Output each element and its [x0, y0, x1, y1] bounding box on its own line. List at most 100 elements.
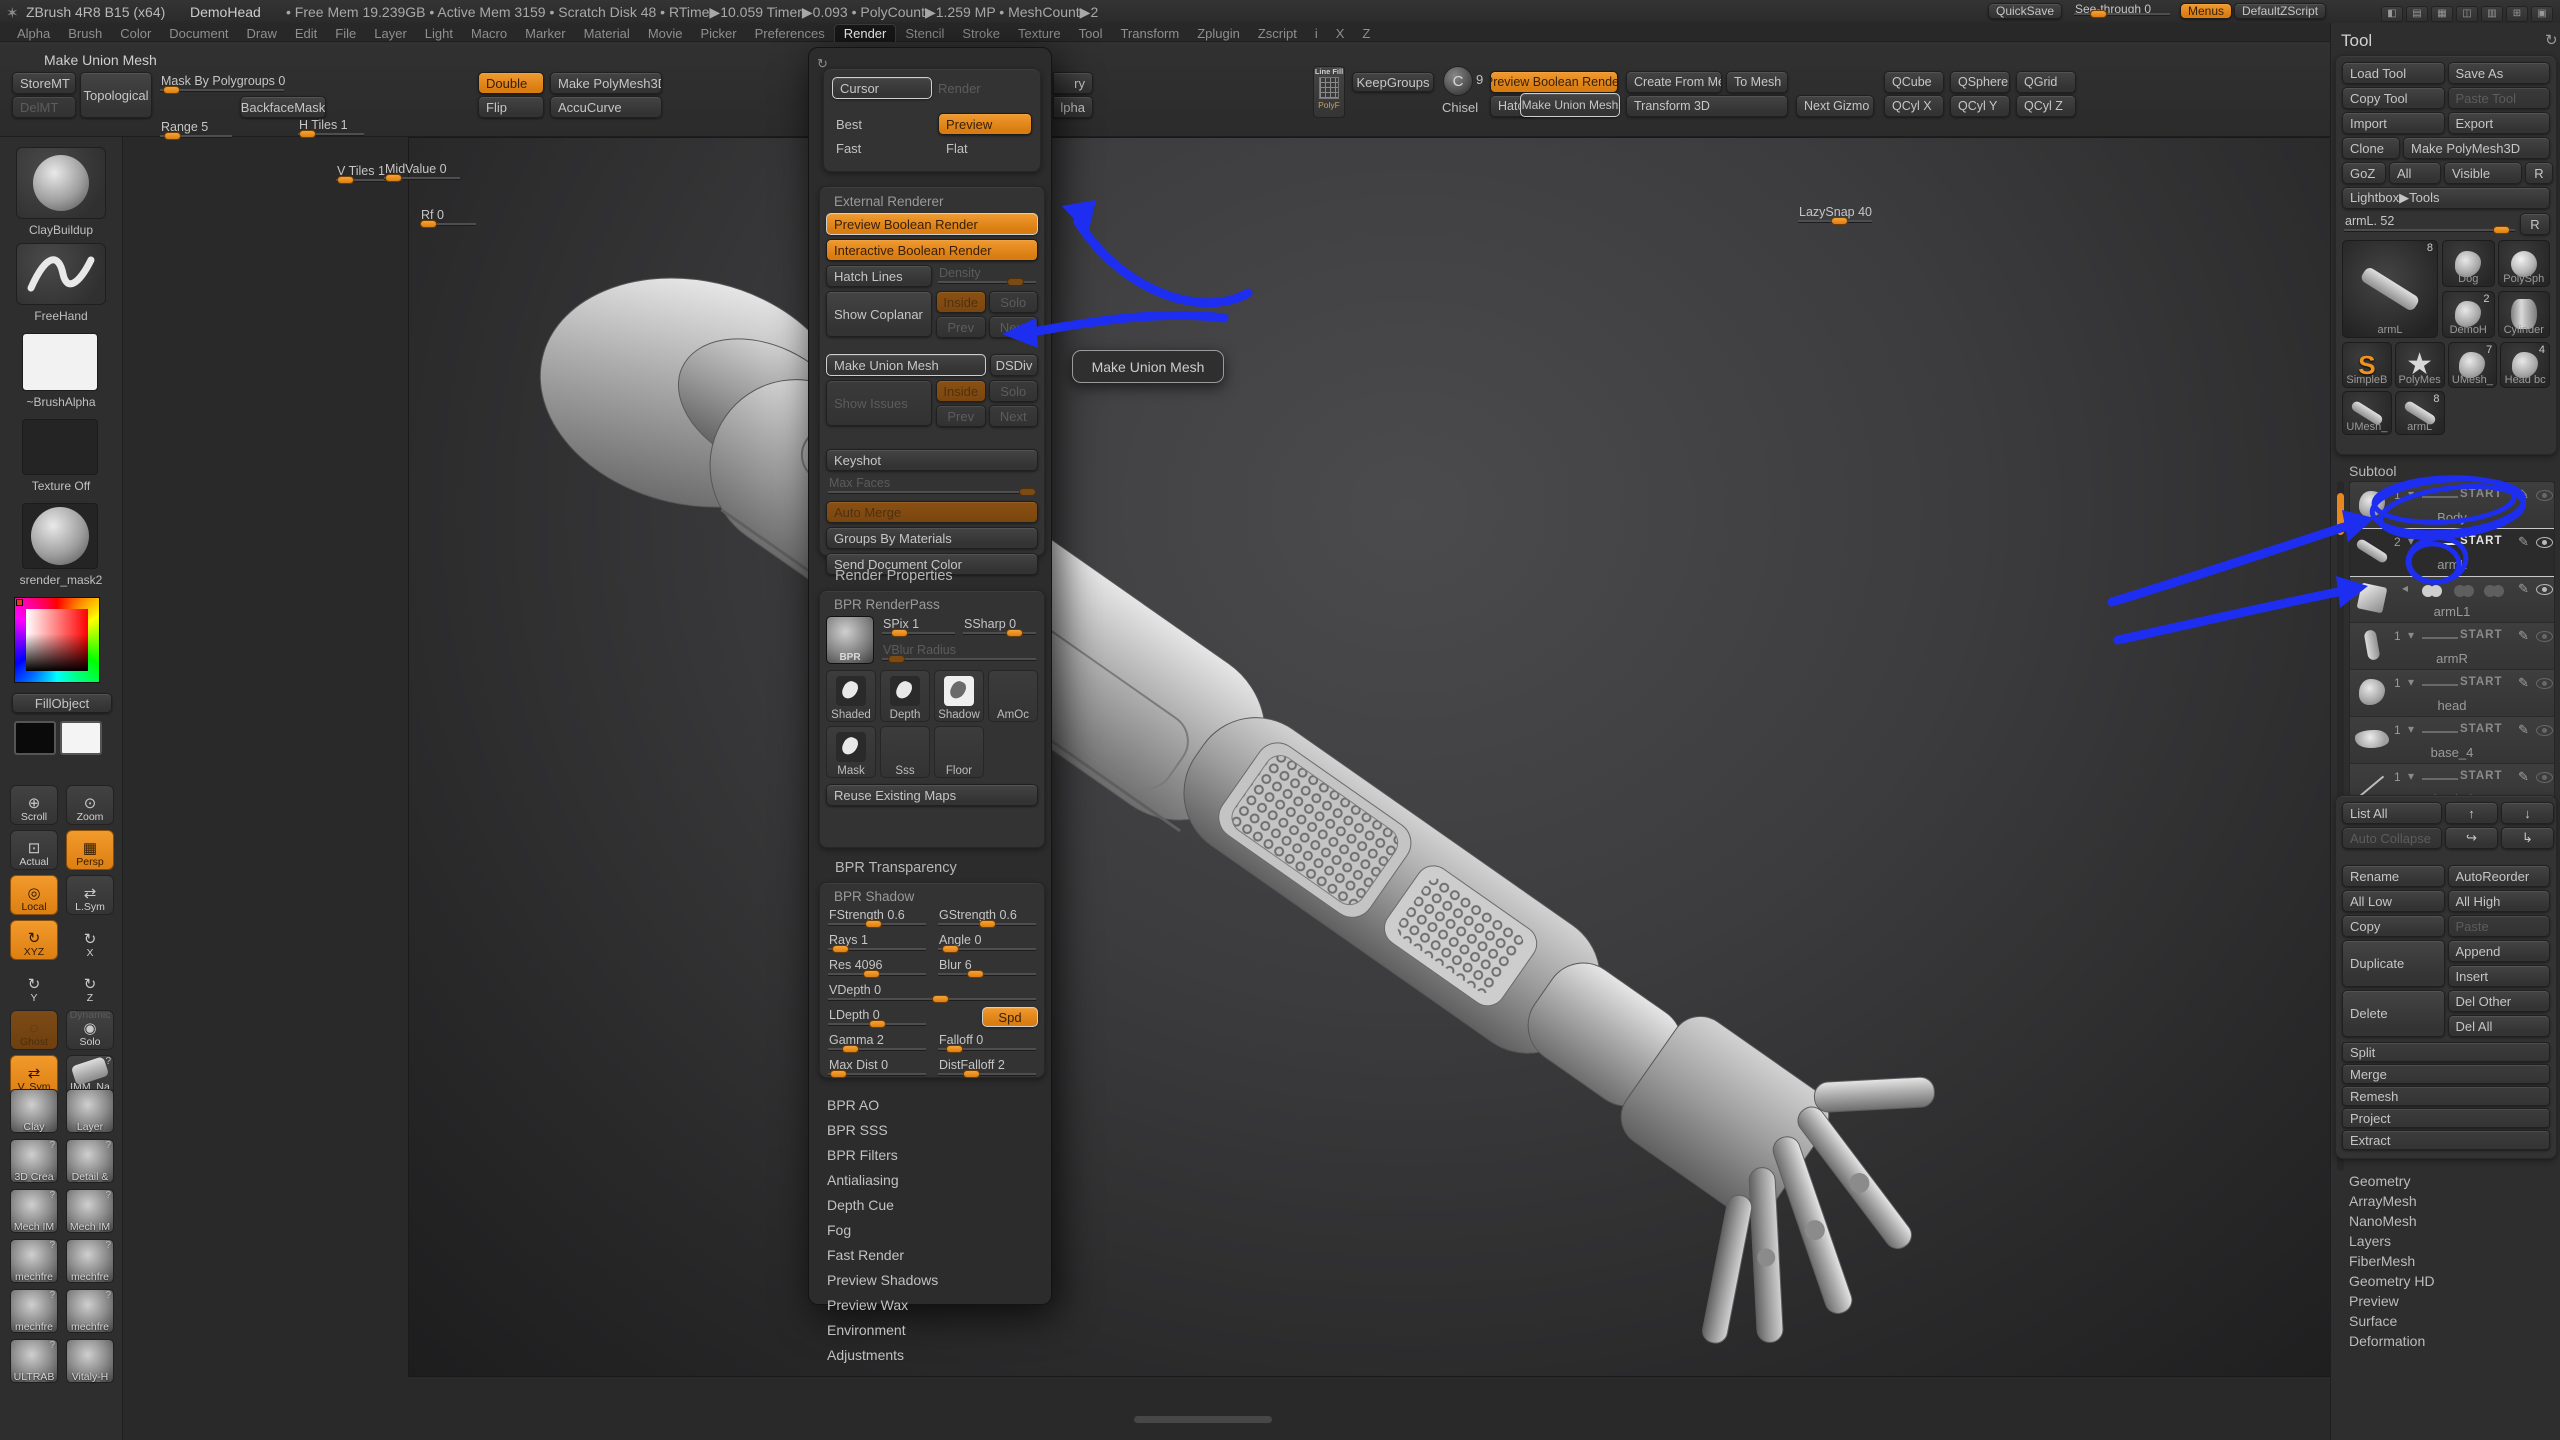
render-section-antialiasing[interactable]: Antialiasing — [809, 1167, 1053, 1192]
tool-thumb-umesh[interactable]: 7UMesh_ — [2448, 342, 2498, 388]
q-button-qcyl-x[interactable]: QCyl X — [1884, 95, 1944, 117]
shadow-slider-maxdist0[interactable]: Max Dist 0 — [826, 1057, 928, 1079]
tool-r-button[interactable]: R — [2520, 213, 2550, 235]
ssharp-slider[interactable]: SSharp 0 — [961, 616, 1038, 638]
brush-thumb-ultrab[interactable]: ULTRAB? — [10, 1339, 58, 1383]
fill-object-button[interactable]: FillObject — [12, 693, 112, 713]
polypaint-brush-icon[interactable]: ✎ — [2518, 581, 2529, 597]
shadow-slider-distfalloff2[interactable]: DistFalloff 2 — [936, 1057, 1038, 1079]
shadow-slider-res4096[interactable]: Res 4096 — [826, 957, 928, 979]
pass-floor[interactable]: Floor — [934, 726, 984, 778]
max-faces-slider[interactable]: Max Faces — [826, 475, 1038, 497]
q-button-qcyl-z[interactable]: QCyl Z — [2016, 95, 2076, 117]
quicksave-button[interactable]: QuickSave — [1988, 3, 2062, 19]
preview-boolean-render-item[interactable]: Preview Boolean Render — [826, 213, 1038, 235]
flip-button[interactable]: Flip — [478, 96, 544, 118]
stepper-icon[interactable]: ▾ — [2408, 722, 2414, 736]
render-properties-header[interactable]: Render Properties — [819, 568, 953, 584]
preview-boolean-render-shelf-button[interactable]: Preview Boolean Render — [1490, 71, 1618, 93]
visibility-eye-icon[interactable] — [2536, 678, 2553, 689]
coplanar-prev-button[interactable]: Prev — [936, 316, 986, 338]
menu-picker[interactable]: Picker — [692, 25, 746, 42]
brush-thumb-mechfre[interactable]: mechfre? — [10, 1239, 58, 1283]
range-slider[interactable]: Range 5 — [158, 119, 234, 141]
slider-knob[interactable] — [979, 920, 996, 928]
stepper-icon[interactable]: ▾ — [2408, 769, 2414, 783]
slider-knob[interactable] — [932, 995, 949, 1003]
nav-actual[interactable]: ⊡Actual — [10, 830, 58, 870]
q-button-qgrid[interactable]: QGrid — [2016, 71, 2076, 93]
best-mode[interactable]: Best — [832, 117, 932, 132]
auto-collapse-button[interactable]: Auto Collapse — [2342, 827, 2442, 849]
make-union-mesh-item[interactable]: Make Union Mesh — [826, 354, 986, 376]
move-down-button[interactable]: ↓ — [2501, 802, 2554, 824]
nav-y[interactable]: ↻Y — [10, 965, 58, 1005]
make-polymesh3d-button[interactable]: Make PolyMesh3D — [550, 72, 662, 94]
render-section-depth-cue[interactable]: Depth Cue — [809, 1192, 1053, 1217]
pass-shadow[interactable]: Shadow — [934, 670, 984, 722]
pass-shaded[interactable]: Shaded — [826, 670, 876, 722]
slider-knob[interactable] — [337, 176, 354, 184]
current-stroke-thumb[interactable] — [16, 243, 106, 305]
dsdiv-button[interactable]: DSDiv — [990, 354, 1038, 376]
copy-tool-button[interactable]: Copy Tool — [2342, 87, 2445, 109]
goz-r-button[interactable]: R — [2525, 162, 2553, 184]
window-icon-6[interactable]: ⊞ — [2506, 6, 2528, 22]
duplicate-button[interactable]: Duplicate — [2342, 940, 2445, 987]
brush-thumb-vitalyh[interactable]: Vitaly-H — [66, 1339, 114, 1383]
coplanar-next-button[interactable]: Next — [989, 316, 1039, 338]
paste-tool-button[interactable]: Paste Tool — [2448, 87, 2551, 109]
issues-inside-button[interactable]: Inside — [936, 380, 986, 402]
slider-knob[interactable] — [942, 945, 959, 953]
boolean-intersect-icon[interactable] — [2484, 585, 2508, 597]
shadow-slider-gamma2[interactable]: Gamma 2 — [826, 1032, 928, 1054]
menu-movie[interactable]: Movie — [639, 25, 692, 42]
current-material-thumb[interactable] — [22, 503, 98, 569]
menu-color[interactable]: Color — [111, 25, 160, 42]
nav-ghost[interactable]: ◌Ghost — [10, 1010, 58, 1050]
default-zscript-button[interactable]: DefaultZScript — [2234, 3, 2326, 19]
menu-draw[interactable]: Draw — [238, 25, 286, 42]
slider-knob[interactable] — [164, 132, 181, 140]
slider-knob[interactable] — [946, 1045, 963, 1053]
section-fibermesh[interactable]: FiberMesh — [2331, 1251, 2560, 1271]
menu-edit[interactable]: Edit — [286, 25, 326, 42]
flat-mode[interactable]: Flat — [938, 141, 1032, 156]
window-icon-7[interactable]: ▣ — [2531, 6, 2553, 22]
menu-brush[interactable]: Brush — [59, 25, 111, 42]
slider-knob[interactable] — [842, 1045, 859, 1053]
menu-light[interactable]: Light — [416, 25, 462, 42]
rename-button[interactable]: Rename — [2342, 865, 2445, 887]
start-button[interactable]: START — [2460, 723, 2502, 735]
render-section-preview-wax[interactable]: Preview Wax — [809, 1292, 1053, 1317]
start-button[interactable]: START — [2460, 535, 2502, 547]
preview-mode-button[interactable]: Preview — [938, 113, 1032, 135]
polypaint-brush-icon[interactable]: ✎ — [2518, 487, 2529, 503]
make-polymesh3d-tool-button[interactable]: Make PolyMesh3D — [2403, 137, 2550, 159]
render-section-environment[interactable]: Environment — [809, 1317, 1053, 1342]
render-section-fast-render[interactable]: Fast Render — [809, 1242, 1053, 1267]
external-renderer-header[interactable]: External Renderer — [826, 193, 1038, 213]
tool-thumb-arml[interactable]: 8armL — [2395, 391, 2445, 435]
all-low-button[interactable]: All Low — [2342, 890, 2445, 912]
tool-thumb-polymes[interactable]: ★PolyMes — [2395, 342, 2445, 388]
slider-knob[interactable] — [420, 220, 437, 228]
brush-thumb-mechfre[interactable]: mechfre? — [66, 1239, 114, 1283]
window-icon-3[interactable]: ▦ — [2431, 6, 2453, 22]
rf-slider[interactable]: Rf 0 — [418, 207, 478, 229]
make-union-mesh-shelf-button[interactable]: Make Union Mesh — [1520, 93, 1620, 117]
subtool-row-base_4[interactable]: 1▾START✎base_4 — [2350, 717, 2554, 764]
render-section-fog[interactable]: Fog — [809, 1217, 1053, 1242]
slider-knob[interactable] — [832, 945, 849, 953]
polypaint-brush-icon[interactable]: ✎ — [2518, 628, 2529, 644]
start-button[interactable]: START — [2460, 629, 2502, 641]
window-icon-4[interactable]: ◫ — [2456, 6, 2478, 22]
brush-thumb-layer[interactable]: Layer — [66, 1089, 114, 1133]
slider-knob[interactable] — [1006, 629, 1023, 637]
slider-knob[interactable] — [888, 655, 905, 663]
pass-amoc[interactable]: AmOc — [988, 670, 1038, 722]
start-button[interactable]: START — [2460, 488, 2502, 500]
shadow-slider-fstrength06[interactable]: FStrength 0.6 — [826, 907, 928, 929]
polypaint-brush-icon[interactable]: ✎ — [2518, 675, 2529, 691]
render-section-adjustments[interactable]: Adjustments — [809, 1342, 1053, 1367]
